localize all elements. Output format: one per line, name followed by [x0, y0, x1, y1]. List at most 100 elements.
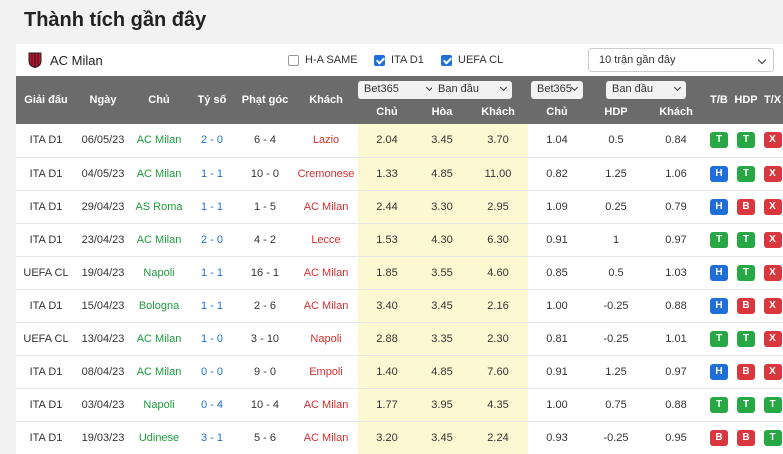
- home-team-td: AC Milan: [130, 124, 188, 158]
- odds-home-cell: 1.85: [376, 266, 398, 279]
- away-team-link[interactable]: Cremonese: [298, 168, 355, 180]
- score-link[interactable]: 1 - 1: [201, 201, 223, 213]
- home-team-link[interactable]: AC Milan: [137, 134, 182, 146]
- date-cell-td: 03/04/23: [76, 388, 130, 422]
- bookmaker-hdp-select[interactable]: Bet365: [531, 81, 583, 99]
- col-corners: Phạt góc: [236, 76, 294, 124]
- ita-d1-checkbox[interactable]: [374, 54, 385, 66]
- tx-td: X: [760, 190, 783, 224]
- odds-draw-cell-td: 4.85: [416, 355, 468, 389]
- match-count-select[interactable]: 10 trận gần đây: [588, 48, 774, 72]
- score-td: 2 - 0: [188, 223, 236, 257]
- score-link[interactable]: 3 - 1: [201, 432, 223, 444]
- ha-same-checkbox[interactable]: [288, 54, 299, 66]
- tb-td: T: [706, 124, 732, 158]
- filter-ha-same[interactable]: H-A SAME: [288, 54, 358, 66]
- home-team-link[interactable]: Udinese: [139, 432, 179, 444]
- away-team-td: AC Milan: [294, 256, 358, 290]
- corners-cell-td: 6 - 4: [236, 124, 294, 158]
- date-cell: 08/04/23: [81, 365, 125, 378]
- hdp-home-cell: 1.00: [546, 299, 568, 312]
- hdp-badge: B: [737, 198, 755, 215]
- col-tx: T/X: [760, 76, 783, 124]
- away-team-link[interactable]: AC Milan: [304, 267, 349, 279]
- away-team-link[interactable]: AC Milan: [304, 399, 349, 411]
- odds-draw-cell-td: 3.35: [416, 322, 468, 356]
- hdp-home-cell: 0.82: [546, 167, 568, 180]
- hdp-line-cell: 0.5: [608, 266, 624, 279]
- hdp-away-cell: 0.97: [665, 365, 687, 378]
- away-team-link[interactable]: Empoli: [309, 366, 343, 378]
- away-team-td: AC Milan: [294, 289, 358, 323]
- tx-td: X: [760, 289, 783, 323]
- tx-td: X: [760, 157, 783, 191]
- team-name: AC Milan: [50, 53, 103, 68]
- results-table-body: ITA D1 06/05/23 AC Milan 2 - 0 6 - 4 Lazio 2.0…: [16, 124, 783, 454]
- hdp-away-cell-td: 0.97: [646, 223, 706, 257]
- tx-badge: T: [763, 396, 782, 413]
- home-team-link[interactable]: AS Roma: [135, 201, 182, 213]
- home-team-link[interactable]: AC Milan: [137, 234, 182, 246]
- corners-cell-td: 3 - 10: [236, 322, 294, 356]
- away-team-link[interactable]: AC Milan: [304, 432, 349, 444]
- score-link[interactable]: 1 - 0: [201, 333, 223, 345]
- away-team-link[interactable]: Lecce: [311, 234, 340, 246]
- score-link[interactable]: 1 - 1: [201, 267, 223, 279]
- odds-away-cell: 2.30: [487, 332, 509, 345]
- odds-home-cell: 2.88: [376, 332, 398, 345]
- away-team-link[interactable]: AC Milan: [304, 300, 349, 312]
- date-cell: 04/05/23: [81, 167, 125, 180]
- tx-badge: X: [763, 132, 782, 149]
- corners-cell-td: 5 - 6: [236, 421, 294, 454]
- home-team-link[interactable]: Napoli: [143, 399, 174, 411]
- away-team-link[interactable]: Napoli: [310, 333, 341, 345]
- score-link[interactable]: 1 - 1: [201, 168, 223, 180]
- odds-type-1x2-select[interactable]: Ban đầu: [432, 81, 512, 99]
- col-away: Khách: [294, 76, 358, 124]
- home-team-link[interactable]: AC Milan: [137, 333, 182, 345]
- hdp-line-cell: 1: [612, 233, 620, 246]
- hdp-home-cell-td: 0.85: [528, 256, 586, 290]
- filter-ita-d1[interactable]: ITA D1: [374, 54, 424, 66]
- hdp-badge: B: [737, 297, 755, 314]
- odds-away-cell: 6.30: [487, 233, 509, 246]
- hdp-badge: T: [737, 330, 755, 347]
- corners-cell: 10 - 4: [250, 398, 280, 411]
- corners-cell: 4 - 2: [253, 233, 276, 246]
- score-link[interactable]: 0 - 0: [201, 366, 223, 378]
- odds-home-cell: 1.33: [376, 167, 398, 180]
- hdp-home-cell: 0.91: [546, 233, 568, 246]
- away-team-link[interactable]: Lazio: [313, 134, 339, 146]
- table-row: UEFA CL 19/04/23 Napoli 1 - 1 16 - 1 AC Milan…: [16, 256, 783, 290]
- home-team-link[interactable]: AC Milan: [137, 366, 182, 378]
- hdp-line-cell: -0.25: [603, 299, 629, 312]
- away-team-td: Lecce: [294, 223, 358, 257]
- date-cell: 29/04/23: [81, 200, 125, 213]
- odds-type-hdp-select[interactable]: Ban đầu: [606, 81, 686, 99]
- hdp-away-cell: 0.88: [665, 398, 687, 411]
- score-link[interactable]: 2 - 0: [201, 234, 223, 246]
- uefa-cl-checkbox[interactable]: [441, 54, 452, 66]
- score-link[interactable]: 0 - 4: [201, 399, 223, 411]
- score-link[interactable]: 2 - 0: [201, 134, 223, 146]
- home-team-link[interactable]: AC Milan: [137, 168, 182, 180]
- odds-draw-cell: 3.35: [431, 332, 453, 345]
- odds-away-cell: 2.16: [487, 299, 509, 312]
- table-row: ITA D1 08/04/23 AC Milan 0 - 0 9 - 0 Empoli 1.…: [16, 355, 783, 389]
- bookmaker-1x2-select[interactable]: Bet365: [358, 81, 438, 99]
- home-team-link[interactable]: Napoli: [143, 267, 174, 279]
- score-link[interactable]: 1 - 1: [201, 300, 223, 312]
- filter-uefa-cl[interactable]: UEFA CL: [441, 54, 503, 66]
- date-cell: 03/04/23: [81, 398, 125, 411]
- hdp-line-cell-td: 1.25: [586, 355, 646, 389]
- tb-badge: B: [710, 429, 728, 446]
- home-team-link[interactable]: Bologna: [139, 300, 179, 312]
- type-1x2-cell: Ban đầu: [416, 76, 528, 100]
- away-team-link[interactable]: AC Milan: [304, 201, 349, 213]
- odds-home-cell: 1.53: [376, 233, 398, 246]
- hdp-line-cell-td: -0.25: [586, 322, 646, 356]
- tb-td: T: [706, 223, 732, 257]
- tb-badge: T: [710, 330, 728, 347]
- corners-cell: 5 - 6: [253, 431, 276, 444]
- tb-badge: H: [710, 264, 728, 281]
